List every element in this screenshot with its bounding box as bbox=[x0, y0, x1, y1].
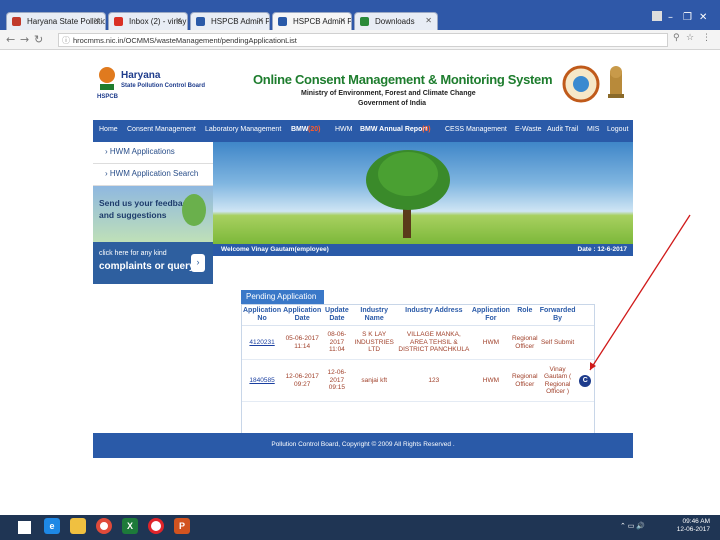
tray-icons[interactable]: ⌃ ▭ 🔊 bbox=[620, 522, 645, 530]
clock-time: 09:46 AM bbox=[682, 518, 710, 525]
annotation-arrow bbox=[589, 214, 691, 371]
windows-start-icon[interactable] bbox=[18, 521, 31, 534]
taskbar-clock[interactable]: 09:46 AM 12-06-2017 bbox=[677, 518, 710, 534]
chrome-icon[interactable] bbox=[96, 518, 112, 534]
clock-date: 12-06-2017 bbox=[676, 526, 710, 533]
ie-icon[interactable]: e bbox=[44, 518, 60, 534]
powerpoint-icon[interactable]: P bbox=[174, 518, 190, 534]
folder-icon[interactable] bbox=[70, 518, 86, 534]
excel-icon[interactable]: X bbox=[122, 518, 138, 534]
opera-icon[interactable] bbox=[148, 518, 164, 534]
